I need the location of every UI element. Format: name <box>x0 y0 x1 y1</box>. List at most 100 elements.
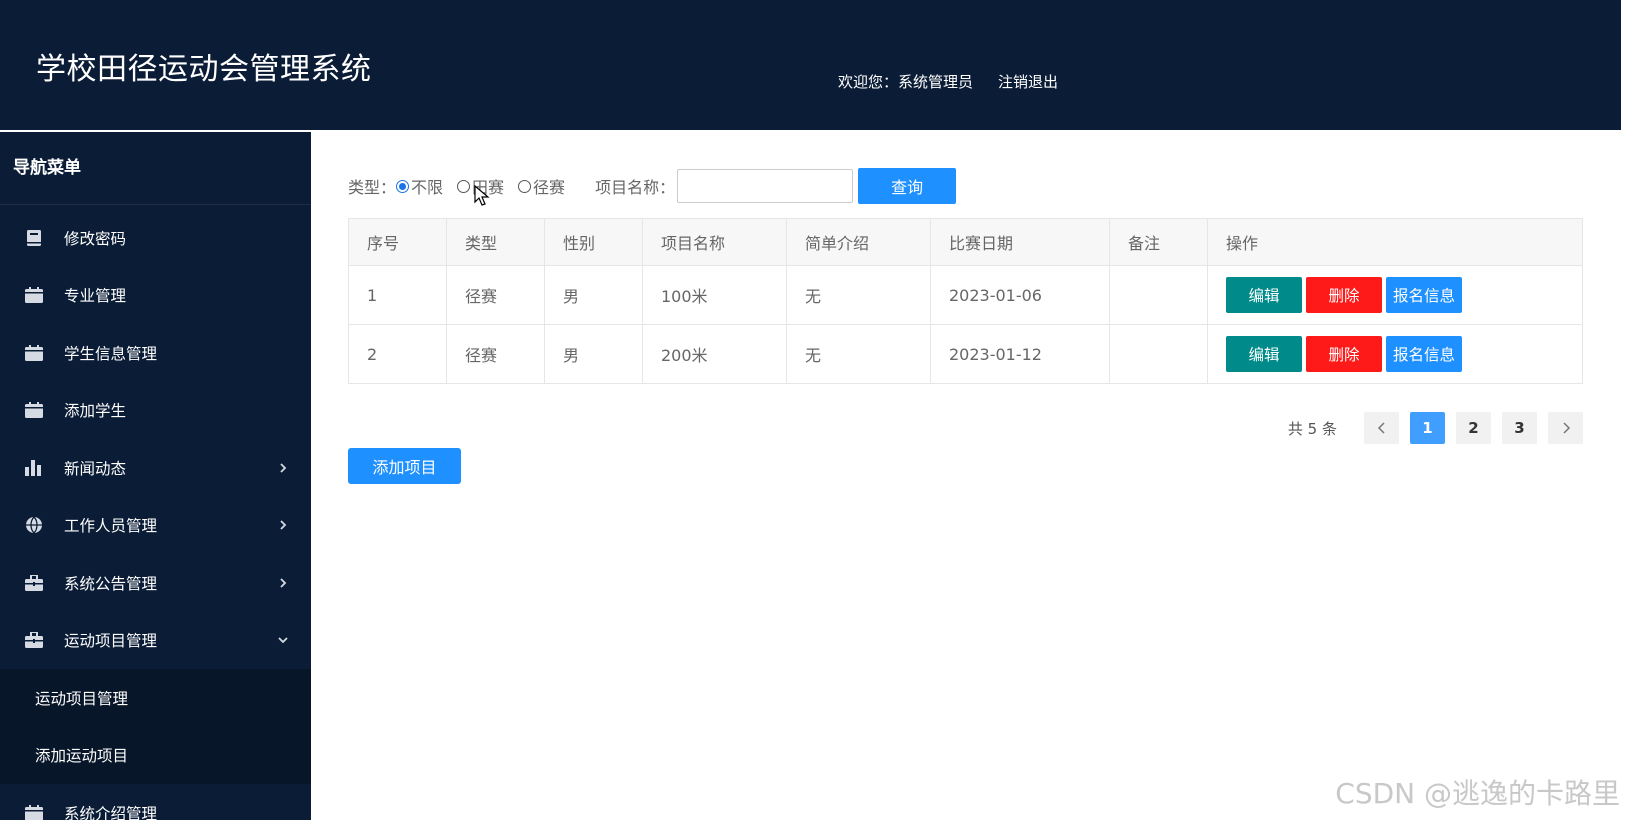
sidebar-item-label: 系统公告管理 <box>64 574 158 593</box>
sidebar-item-staff[interactable]: 工作人员管理 <box>0 497 311 555</box>
bar-chart-icon <box>24 458 44 478</box>
cell-intro: 无 <box>786 324 931 384</box>
globe-icon <box>24 515 44 535</box>
col-header-note: 备注 <box>1109 218 1208 266</box>
top-header: 学校田径运动会管理系统 欢迎您：系统管理员 注销退出 <box>0 0 1621 130</box>
project-name-input[interactable] <box>677 169 854 203</box>
welcome-text: 欢迎您：系统管理员 <box>838 73 974 91</box>
book-icon <box>24 228 44 248</box>
chevron-left-icon <box>1377 422 1385 434</box>
radio-dot[interactable] <box>457 179 471 193</box>
sidebar-item-major-management[interactable]: 专业管理 <box>0 267 311 325</box>
sidebar-item-change-password[interactable]: 修改密码 <box>0 209 311 267</box>
radio-dot[interactable] <box>396 179 410 193</box>
cell-type: 径赛 <box>446 265 545 325</box>
col-header-name: 项目名称 <box>642 218 787 266</box>
cell-no: 1 <box>348 265 447 325</box>
cell-actions: 编辑 删除 报名信息 <box>1207 324 1583 384</box>
col-header-intro: 简单介绍 <box>786 218 931 266</box>
edit-button[interactable]: 编辑 <box>1226 336 1302 372</box>
chevron-right-icon <box>280 520 287 530</box>
submenu-item-project-management[interactable]: 运动项目管理 <box>0 669 311 727</box>
delete-button[interactable]: 删除 <box>1306 336 1382 372</box>
col-header-type: 类型 <box>446 218 545 266</box>
sidebar-item-news[interactable]: 新闻动态 <box>0 439 311 497</box>
sidebar-item-student-info[interactable]: 学生信息管理 <box>0 324 311 382</box>
page-button-1[interactable]: 1 <box>1410 412 1445 444</box>
signup-info-button[interactable]: 报名信息 <box>1386 277 1462 313</box>
radio-label: 径赛 <box>533 178 566 197</box>
cell-intro: 无 <box>786 265 931 325</box>
briefcase-icon <box>24 630 44 650</box>
radio-label: 不限 <box>411 178 444 197</box>
query-button[interactable]: 查询 <box>858 168 957 204</box>
col-header-actions: 操作 <box>1207 218 1583 266</box>
chevron-down-icon <box>278 637 288 644</box>
calendar-icon <box>24 285 44 305</box>
total-count: 共 5 条 <box>1287 419 1337 438</box>
calendar-icon <box>24 803 44 820</box>
delete-button[interactable]: 删除 <box>1306 277 1382 313</box>
col-header-gender: 性别 <box>544 218 643 266</box>
calendar-icon <box>24 400 44 420</box>
sidebar-item-label: 运动项目管理 <box>64 632 158 651</box>
submenu-item-add-project[interactable]: 添加运动项目 <box>0 727 311 785</box>
cell-note <box>1109 324 1208 384</box>
sidebar-item-label: 添加学生 <box>64 402 127 421</box>
cell-gender: 男 <box>544 324 643 384</box>
edit-button[interactable]: 编辑 <box>1226 277 1302 313</box>
sidebar-item-announcements[interactable]: 系统公告管理 <box>0 554 311 612</box>
cell-name: 100米 <box>642 265 787 325</box>
page-button-3[interactable]: 3 <box>1502 412 1537 444</box>
table-row: 2 径赛 男 200米 无 2023-01-12 编辑 删除 报名信息 <box>348 324 1583 384</box>
next-page-button[interactable] <box>1548 412 1583 444</box>
logout-link[interactable]: 注销退出 <box>998 71 1058 92</box>
radio-dot[interactable] <box>518 179 532 193</box>
sports-projects-submenu: 运动项目管理 添加运动项目 <box>0 669 311 784</box>
add-project-button[interactable]: 添加项目 <box>348 448 461 484</box>
chevron-right-icon <box>280 463 287 473</box>
cell-no: 2 <box>348 324 447 384</box>
cell-date: 2023-01-06 <box>930 265 1110 325</box>
sidebar-item-system-intro[interactable]: 系统介绍管理 <box>0 784 311 820</box>
nav-title: 导航菜单 <box>0 132 311 205</box>
signup-info-button[interactable]: 报名信息 <box>1386 336 1462 372</box>
sidebar-item-label: 工作人员管理 <box>64 517 158 536</box>
briefcase-icon <box>24 573 44 593</box>
watermark: CSDN @逃逸的卡路里 <box>1335 777 1620 810</box>
sidebar-item-label: 修改密码 <box>64 229 127 248</box>
col-header-no: 序号 <box>348 218 447 266</box>
table-header-row: 序号 类型 性别 项目名称 简单介绍 比赛日期 备注 操作 <box>348 218 1583 266</box>
chevron-right-icon <box>280 578 287 588</box>
table-row: 1 径赛 男 100米 无 2023-01-06 编辑 删除 报名信息 <box>348 265 1583 325</box>
app-title: 学校田径运动会管理系统 <box>36 52 372 87</box>
project-name-label: 项目名称： <box>595 178 676 197</box>
nav-menu: 修改密码 专业管理 学生信息管理 添加学生 新闻动态 工作人员管理 系统公告管理… <box>0 209 311 820</box>
pagination: 共 5 条 1 2 3 <box>1288 412 1583 444</box>
cell-actions: 编辑 删除 报名信息 <box>1207 265 1583 325</box>
mouse-cursor-icon <box>474 185 490 206</box>
sidebar-item-label: 系统介绍管理 <box>64 804 158 820</box>
cell-type: 径赛 <box>446 324 545 384</box>
sidebar: 导航菜单 修改密码 专业管理 学生信息管理 添加学生 新闻动态 工作人员管理 系… <box>0 132 311 820</box>
cell-gender: 男 <box>544 265 643 325</box>
sidebar-item-sports-projects[interactable]: 运动项目管理 <box>0 612 311 670</box>
sidebar-item-label: 学生信息管理 <box>64 344 158 363</box>
cell-note <box>1109 265 1208 325</box>
prev-page-button[interactable] <box>1364 412 1399 444</box>
type-radio-any[interactable]: 不限 <box>396 174 443 198</box>
cell-name: 200米 <box>642 324 787 384</box>
sidebar-item-label: 专业管理 <box>64 287 127 306</box>
chevron-right-icon <box>1562 422 1570 434</box>
filter-bar: 类型： 不限 田赛 径赛 项目名称： 查询 <box>348 168 957 204</box>
projects-table: 序号 类型 性别 项目名称 简单介绍 比赛日期 备注 操作 1 径赛 男 100… <box>348 218 1583 384</box>
sidebar-item-add-student[interactable]: 添加学生 <box>0 382 311 440</box>
main-content: 类型： 不限 田赛 径赛 项目名称： 查询 序号 类型 性别 项目名称 简单介绍… <box>311 130 1621 820</box>
col-header-date: 比赛日期 <box>930 218 1110 266</box>
calendar-icon <box>24 343 44 363</box>
cell-date: 2023-01-12 <box>930 324 1110 384</box>
sidebar-item-label: 新闻动态 <box>64 459 127 478</box>
type-label: 类型： <box>348 178 397 197</box>
type-radio-track[interactable]: 径赛 <box>518 174 565 198</box>
page-button-2[interactable]: 2 <box>1456 412 1491 444</box>
